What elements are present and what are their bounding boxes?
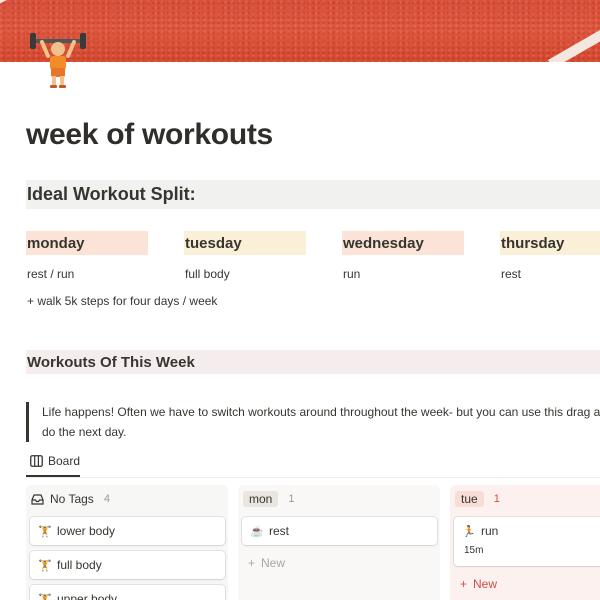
- runner-icon: 🏃: [462, 525, 476, 538]
- page-title: week of workouts: [26, 118, 273, 151]
- day-label: monday: [26, 231, 148, 255]
- new-label: New: [261, 556, 286, 570]
- lane-line: [0, 0, 57, 11]
- day-label: thursday: [500, 231, 600, 255]
- card-duration: 15m: [464, 545, 484, 556]
- board-view-tab[interactable]: Board: [30, 454, 80, 468]
- column-tag[interactable]: tue: [455, 491, 484, 507]
- day-value: rest: [501, 267, 522, 281]
- week-heading-text: Workouts Of This Week: [27, 353, 195, 371]
- board-column-no-tags: No Tags 4 🏋 lower body 🏋 full body 🏋 upp…: [26, 485, 228, 600]
- split-heading-text: Ideal Workout Split:: [27, 184, 196, 204]
- board-icon: [30, 455, 43, 467]
- weightlifter-icon: 🏋: [38, 559, 52, 572]
- day-value: rest / run: [27, 267, 75, 281]
- view-label: Board: [48, 454, 81, 468]
- plus-icon: +: [460, 577, 468, 591]
- quote-line: Life happens! Often we have to switch wo…: [42, 405, 600, 419]
- coffee-icon: ☕: [250, 525, 264, 538]
- card-title: full body: [57, 558, 102, 572]
- board-card[interactable]: 🏋 full body: [30, 551, 225, 579]
- card-title: rest: [269, 524, 290, 538]
- split-heading: Ideal Workout Split:: [26, 180, 600, 209]
- column-tag[interactable]: mon: [243, 491, 279, 507]
- column-count: 1: [493, 493, 500, 505]
- card-title: lower body: [57, 524, 116, 538]
- day-label: tuesday: [184, 231, 306, 255]
- board-card[interactable]: 🏋 lower body: [30, 517, 225, 545]
- card-title: upper body: [57, 592, 118, 600]
- quote-line: do the next day.: [42, 425, 127, 439]
- lane-line: [548, 15, 600, 62]
- weightlifter-icon: 🏋: [38, 593, 52, 600]
- cover-image: [0, 0, 600, 62]
- new-card-button[interactable]: + New: [242, 551, 437, 575]
- new-label: New: [473, 577, 498, 591]
- view-divider: [26, 477, 600, 478]
- board-card[interactable]: ☕ rest: [242, 517, 437, 545]
- day-value: full body: [185, 267, 230, 281]
- no-tag-icon: [31, 493, 44, 505]
- card-title: run: [481, 524, 499, 538]
- column-count: 4: [103, 493, 110, 505]
- day-column-thursday: thursday rest: [500, 231, 600, 281]
- new-card-button[interactable]: + New: [454, 572, 600, 596]
- week-heading: Workouts Of This Week: [26, 350, 600, 374]
- board-card[interactable]: 🏋 upper body: [30, 585, 225, 600]
- board-column-tue: tue 1 🏃 run 15m + New: [450, 485, 600, 600]
- day-column-tuesday: tuesday full body: [184, 231, 306, 281]
- steps-note: + walk 5k steps for four days / week: [27, 294, 218, 308]
- day-column-wednesday: wednesday run: [342, 231, 464, 281]
- column-header: No Tags 4: [30, 489, 225, 509]
- day-label: wednesday: [342, 231, 464, 255]
- column-count: 1: [288, 493, 295, 505]
- day-column-monday: monday rest / run: [26, 231, 148, 281]
- weightlifter-icon: 🏋: [38, 525, 52, 538]
- column-header: mon 1: [242, 489, 437, 509]
- board-card[interactable]: 🏃 run 15m: [454, 517, 600, 566]
- column-header: tue 1: [454, 489, 600, 509]
- plus-icon: +: [248, 556, 256, 570]
- column-title: No Tags: [50, 492, 94, 506]
- weightlifter-icon[interactable]: [28, 30, 88, 92]
- day-value: run: [343, 267, 361, 281]
- quote-block: Life happens! Often we have to switch wo…: [26, 402, 600, 442]
- board-column-mon: mon 1 ☕ rest + New: [238, 485, 440, 600]
